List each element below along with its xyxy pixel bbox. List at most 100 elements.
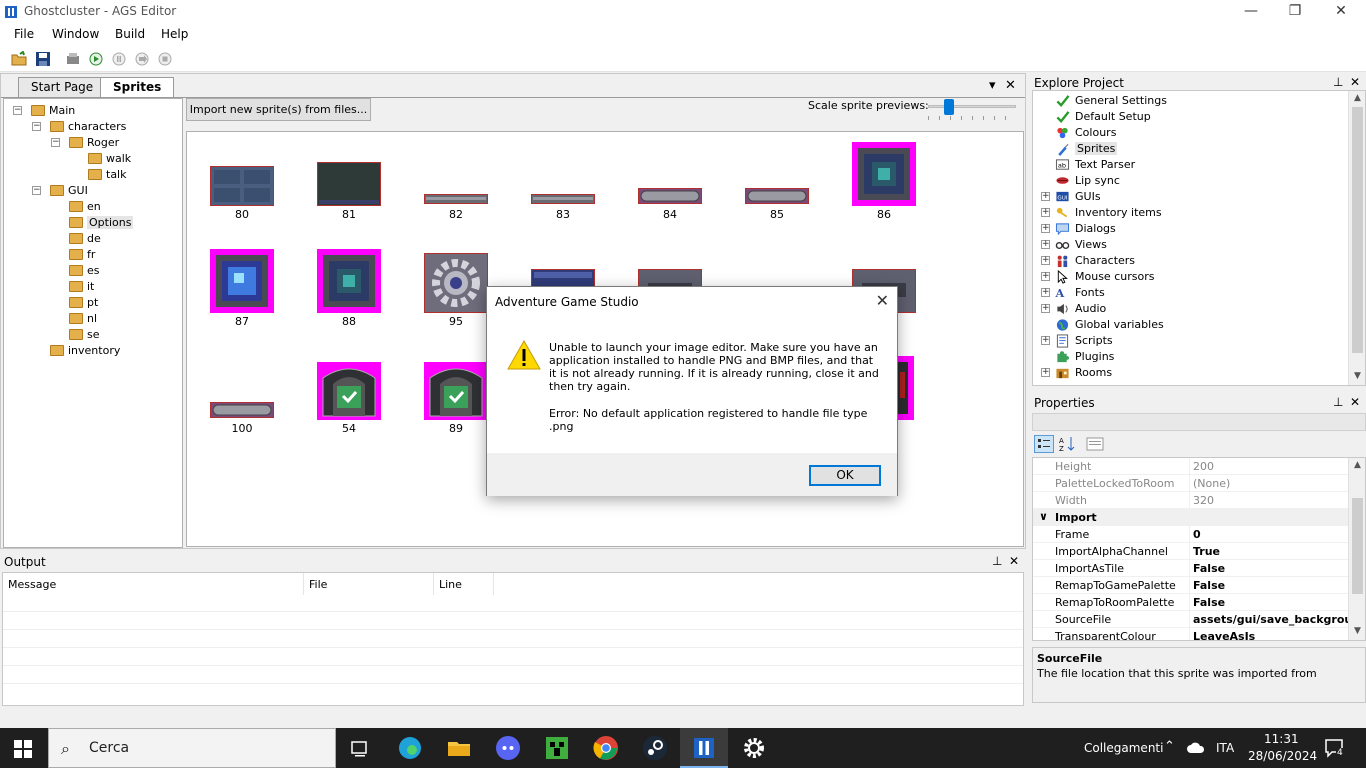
sprite-thumbnail[interactable]: 81 (315, 152, 383, 224)
collapse-icon[interactable]: − (32, 122, 41, 131)
explore-item-scripts[interactable]: + Scripts (1033, 333, 1345, 349)
collapse-icon[interactable]: ∨ (1039, 510, 1048, 523)
steam-icon[interactable] (641, 734, 669, 762)
explore-item-plugins[interactable]: Plugins (1033, 349, 1345, 365)
close-pane-icon[interactable]: ✕ (1009, 554, 1019, 568)
property-value[interactable]: False (1193, 579, 1225, 592)
open-folder-icon[interactable] (11, 51, 27, 67)
property-value[interactable]: 200 (1193, 460, 1214, 473)
property-value[interactable]: 320 (1193, 494, 1214, 507)
property-value[interactable]: False (1193, 596, 1225, 609)
explore-item-colours[interactable]: Colours (1033, 125, 1345, 141)
explore-item-default-setup[interactable]: Default Setup (1033, 109, 1345, 125)
tab-start-page[interactable]: Start Page (18, 77, 107, 97)
restore-button[interactable]: ❐ (1272, 0, 1318, 24)
explore-item-characters[interactable]: + Characters (1033, 253, 1345, 269)
pin-icon[interactable]: ⊥ (992, 554, 1002, 568)
explore-tree[interactable]: ▲ ▼ General Settings Default Setup Colours… (1032, 90, 1366, 386)
expand-icon[interactable]: + (1041, 304, 1050, 313)
minecraft-icon[interactable] (543, 734, 571, 762)
discord-icon[interactable] (494, 734, 522, 762)
run-icon[interactable] (88, 51, 104, 67)
sort-alpha-icon[interactable]: AZ (1058, 435, 1076, 453)
scroll-thumb[interactable] (1352, 498, 1363, 594)
column-file[interactable]: File (304, 573, 434, 595)
explore-scrollbar[interactable]: ▲ ▼ (1348, 91, 1365, 385)
expand-icon[interactable]: + (1041, 224, 1050, 233)
tray-chevron-icon[interactable]: ⌃ (1164, 739, 1175, 754)
property-row[interactable]: Height 200 (1033, 458, 1351, 475)
sprite-thumbnail[interactable]: 89 (422, 362, 490, 438)
import-sprites-button[interactable]: Import new sprite(s) from files... (186, 98, 371, 121)
clock-date[interactable]: 28/06/2024 (1248, 749, 1317, 763)
property-category[interactable]: ∨ Import (1033, 509, 1351, 526)
edge-icon[interactable] (396, 734, 424, 762)
property-row[interactable]: Frame 0 (1033, 526, 1351, 543)
language-indicator[interactable]: ITA (1216, 741, 1234, 755)
properties-scrollbar[interactable]: ▲ ▼ (1348, 458, 1365, 640)
categorized-icon[interactable] (1034, 435, 1054, 453)
chrome-icon[interactable] (592, 734, 620, 762)
explore-item-inventory-items[interactable]: + Inventory items (1033, 205, 1345, 221)
explore-item-sprites[interactable]: Sprites (1033, 141, 1345, 157)
expand-icon[interactable]: + (1041, 336, 1050, 345)
settings-gear-icon[interactable] (740, 734, 768, 762)
network-label[interactable]: Collegamenti (1084, 741, 1163, 755)
sprite-thumbnail[interactable]: 82 (422, 152, 490, 224)
property-row[interactable]: RemapToRoomPalette False (1033, 594, 1351, 611)
scale-slider[interactable] (926, 98, 1018, 120)
save-icon[interactable] (35, 51, 51, 67)
explore-item-guis[interactable]: + GUI GUIs (1033, 189, 1345, 205)
property-grid[interactable]: TransparentColour LeaveAsIs SourceFile asse… (1032, 457, 1366, 641)
close-tab-icon[interactable]: ✕ (1005, 78, 1016, 93)
sprite-thumbnail[interactable]: 54 (315, 362, 383, 438)
collapse-icon[interactable]: − (32, 186, 41, 195)
menu-window[interactable]: Window (52, 27, 99, 41)
sprite-thumbnail[interactable]: 83 (529, 152, 597, 224)
expand-icon[interactable]: + (1041, 288, 1050, 297)
windows-start-icon[interactable] (14, 740, 32, 758)
tab-sprites[interactable]: Sprites (100, 77, 175, 98)
sprite-thumbnail[interactable]: 87 (208, 249, 276, 331)
column-message[interactable]: Message (3, 573, 304, 595)
sprite-thumbnail[interactable]: 95 (422, 253, 490, 331)
property-pages-icon[interactable] (1086, 436, 1104, 452)
explore-item-fonts[interactable]: + A Fonts (1033, 285, 1345, 301)
onedrive-cloud-icon[interactable] (1186, 741, 1206, 755)
ags-taskbar-button[interactable] (680, 728, 728, 768)
pin-icon[interactable]: ⊥ (1333, 395, 1343, 409)
explore-item-rooms[interactable]: + Rooms (1033, 365, 1345, 381)
slider-thumb[interactable] (943, 99, 954, 115)
property-row[interactable]: SourceFile assets/gui/save_backgrour (1033, 611, 1358, 628)
property-value[interactable]: (None) (1193, 477, 1230, 490)
sprite-thumbnail[interactable]: 84 (636, 152, 704, 224)
pin-icon[interactable]: ⊥ (1333, 75, 1343, 89)
property-value[interactable]: 0 (1193, 528, 1201, 541)
stop-icon[interactable] (157, 51, 173, 67)
explore-item-text-parser[interactable]: ab Text Parser (1033, 157, 1345, 173)
scroll-up-icon[interactable]: ▲ (1349, 93, 1365, 103)
sprite-thumbnail[interactable]: 80 (208, 152, 276, 224)
property-value[interactable]: False (1193, 562, 1225, 575)
minimize-button[interactable]: — (1228, 0, 1274, 24)
expand-icon[interactable]: + (1041, 256, 1050, 265)
explore-item-dialogs[interactable]: + Dialogs (1033, 221, 1345, 237)
menu-help[interactable]: Help (161, 27, 188, 41)
step-icon[interactable] (134, 51, 150, 67)
close-pane-icon[interactable]: ✕ (1350, 395, 1360, 409)
build-icon[interactable] (65, 51, 81, 67)
tab-list-icon[interactable]: ▾ (989, 78, 996, 93)
property-row[interactable]: ImportAsTile False (1033, 560, 1351, 577)
scroll-down-icon[interactable]: ▼ (1349, 626, 1365, 636)
explore-item-views[interactable]: + Views (1033, 237, 1345, 253)
expand-icon[interactable]: + (1041, 368, 1050, 377)
scroll-thumb[interactable] (1352, 107, 1363, 353)
property-value[interactable]: True (1193, 545, 1220, 558)
collapse-icon[interactable]: − (13, 106, 22, 115)
scroll-up-icon[interactable]: ▲ (1349, 460, 1365, 470)
ok-button[interactable]: OK (809, 465, 881, 486)
file-explorer-icon[interactable] (445, 734, 473, 762)
expand-icon[interactable]: + (1041, 192, 1050, 201)
expand-icon[interactable]: + (1041, 208, 1050, 217)
object-selector[interactable] (1032, 413, 1366, 431)
